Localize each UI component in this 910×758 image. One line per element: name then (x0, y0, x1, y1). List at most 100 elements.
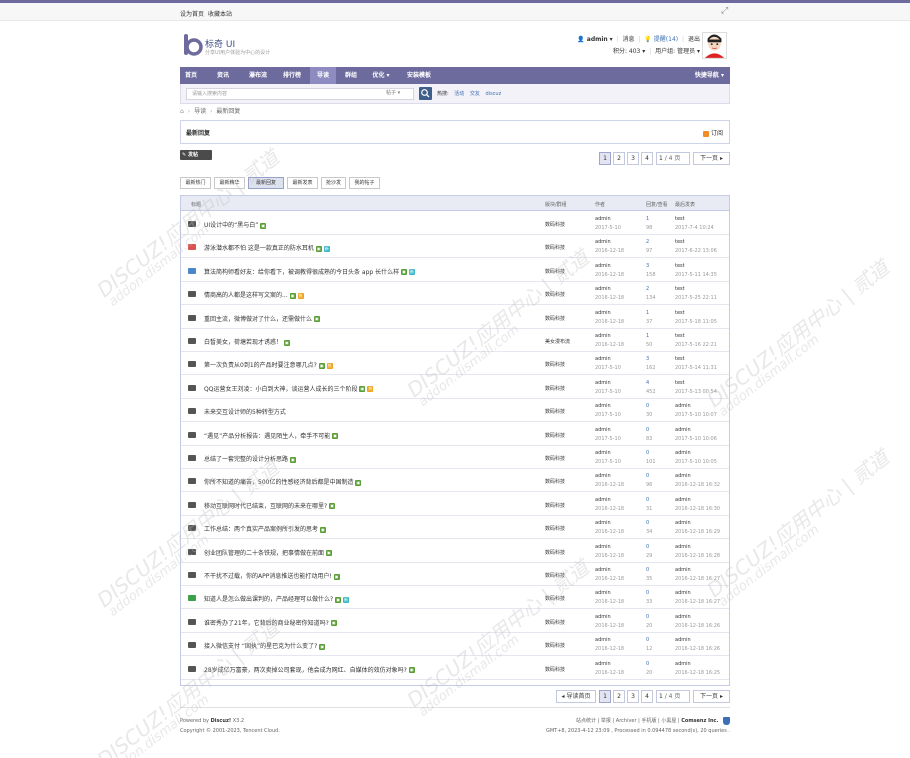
page-link[interactable]: 4 (641, 690, 653, 703)
page-link[interactable]: 3 (627, 152, 639, 165)
nav-item-waterfall[interactable]: 瀑布流 (244, 67, 272, 84)
thread-title-link[interactable]: 第一次负责从0到1的产品时要注意哪几点? ▣ 热 (204, 360, 333, 369)
thread-status-icon[interactable] (188, 548, 196, 555)
thread-forum-link[interactable]: 数码科技 (545, 291, 565, 298)
nav-item-ranking[interactable]: 排行榜 (278, 67, 306, 84)
thread-author-link[interactable]: admin (595, 426, 621, 435)
thread-status-icon[interactable] (188, 665, 196, 672)
thread-status-icon[interactable] (188, 501, 196, 508)
thread-title-link[interactable]: 你所不知道的痛苦，500亿的性感经济背后都是中国制造 ▣ (204, 477, 362, 486)
nav-item-groups[interactable]: 群组 (340, 67, 362, 84)
footer-link-mobile[interactable]: 手机版 (641, 718, 656, 724)
thread-title-link[interactable]: 白皙美女，荷塘若现才诱惑！ ▣ (204, 337, 290, 346)
page-link[interactable]: 2 (613, 152, 625, 165)
thread-status-icon[interactable] (188, 478, 196, 485)
thread-forum-link[interactable]: 数码科技 (545, 455, 565, 462)
points-link[interactable]: 积分: 403 (613, 48, 640, 55)
last-poster-link[interactable]: admin (675, 589, 720, 598)
next-page-button[interactable]: 下一页 ▸ (693, 152, 730, 165)
reply-count[interactable]: 3 (646, 262, 656, 271)
nav-item-install-template[interactable]: 安装模板 (402, 67, 436, 84)
reply-count[interactable]: 0 (646, 496, 652, 505)
back-to-guide-button[interactable]: ◂ 导读首页 (556, 690, 596, 703)
next-page-button[interactable]: 下一页 ▸ (693, 690, 730, 703)
thread-title-link[interactable]: 游泳潜水都不怕 这是一款真正的防水耳机 ▣ 新 (204, 243, 330, 252)
last-post-date[interactable]: 2017-5-10 10:06 (675, 435, 717, 444)
last-post-date[interactable]: 2016-12-18 16:29 (675, 528, 720, 537)
page-link[interactable]: 2 (613, 690, 625, 703)
username-link[interactable]: admin (587, 36, 608, 43)
thread-author-link[interactable]: admin (595, 496, 624, 505)
thread-author-link[interactable]: admin (595, 566, 624, 575)
thread-title-link[interactable]: 知道人是怎么做出课判的，产品经理可以做什么? ▣ 新 (204, 594, 349, 603)
thread-author-link[interactable]: admin (595, 613, 624, 622)
last-poster-link[interactable]: test (675, 332, 717, 341)
hot-keyword[interactable]: 活动 (454, 91, 464, 97)
page-jump-input[interactable]: 1 / 4 页 (656, 690, 690, 703)
thread-status-icon[interactable] (188, 314, 196, 321)
thread-forum-link[interactable]: 数码科技 (545, 478, 565, 485)
tab-sofa[interactable]: 抢沙发 (321, 177, 346, 189)
thread-author-link[interactable]: admin (595, 472, 624, 481)
last-poster-link[interactable]: admin (675, 566, 720, 575)
thread-author-link[interactable]: admin (595, 589, 624, 598)
page-link[interactable]: 1 (599, 152, 611, 165)
last-poster-link[interactable]: admin (675, 449, 717, 458)
reply-count[interactable]: 0 (646, 566, 652, 575)
last-post-date[interactable]: 2017-5-25 22:11 (675, 294, 717, 303)
thread-forum-link[interactable]: 数码科技 (545, 244, 565, 251)
last-post-date[interactable]: 2017-5-13 00:54 (675, 388, 717, 397)
thread-forum-link[interactable]: 数码科技 (545, 361, 565, 368)
thread-status-icon[interactable] (188, 618, 196, 625)
thread-status-icon[interactable] (188, 244, 196, 251)
last-post-date[interactable]: 2016-12-18 16:26 (675, 645, 720, 654)
thread-author-link[interactable]: admin (595, 262, 624, 271)
thread-status-icon[interactable] (188, 408, 196, 415)
thread-title-link[interactable]: UI设计中的“黑与白” ▣ (204, 220, 267, 229)
last-poster-link[interactable]: admin (675, 472, 720, 481)
last-post-date[interactable]: 2017-5-11 14:35 (675, 271, 717, 280)
thread-forum-link[interactable]: 数码科技 (545, 549, 565, 556)
last-post-date[interactable]: 2017-6-22 13:06 (675, 247, 717, 256)
thread-title-link[interactable]: 算法简构师看好友：给你看下，被调教得很成熟的今日头条 app 长什么样 ▣ 新 (204, 267, 415, 276)
reply-count[interactable]: 0 (646, 660, 652, 669)
thread-author-link[interactable]: admin (595, 543, 624, 552)
usergroup-link[interactable]: 用户组: 管理员 (655, 48, 695, 55)
last-post-date[interactable]: 2016-12-18 16:26 (675, 622, 720, 631)
reply-count[interactable]: 0 (646, 543, 652, 552)
reply-count[interactable]: 1 (646, 332, 652, 341)
set-homepage-link[interactable]: 设为首页 (180, 9, 204, 18)
site-logo-icon[interactable] (183, 34, 203, 56)
last-poster-link[interactable]: test (675, 309, 717, 318)
thread-status-icon[interactable] (188, 384, 196, 391)
last-poster-link[interactable]: admin (675, 613, 720, 622)
reply-count[interactable]: 0 (646, 449, 656, 458)
thread-title-link[interactable]: 工作总结：两个真实产品案例所引发的思考 ▣ (204, 524, 326, 533)
thread-title-link[interactable]: 未来交互设计师的5种转型方式 (204, 407, 286, 416)
thread-status-icon[interactable] (188, 572, 196, 578)
thread-forum-link[interactable]: 数码科技 (545, 572, 565, 579)
thread-title-link[interactable]: 情商高的人都是这样写文案的... ▣ 热 (204, 290, 304, 299)
last-poster-link[interactable]: test (675, 379, 717, 388)
reply-count[interactable]: 1 (646, 309, 652, 318)
reminders-link[interactable]: 提醒(14) (654, 36, 678, 43)
last-post-date[interactable]: 2016-12-18 16:25 (675, 669, 720, 678)
thread-forum-link[interactable]: 数码科技 (545, 619, 565, 626)
avatar[interactable] (702, 32, 727, 59)
reply-count[interactable]: 0 (646, 636, 652, 645)
tab-latest-reply[interactable]: 最新回复 (248, 177, 284, 189)
hot-keyword[interactable]: 交友 (470, 91, 480, 97)
hot-keyword[interactable]: discuz (486, 91, 502, 97)
last-post-date[interactable]: 2017-5-10 10:05 (675, 458, 717, 467)
thread-title-link[interactable]: 28岁成亿万富豪，两次卖掉公司套现，他会成为网红、自媒体的效仿对象吗? ▣ (204, 665, 415, 674)
search-type-select[interactable]: 帖子 ▾ (386, 89, 400, 96)
thread-status-icon[interactable] (188, 642, 196, 649)
thread-author-link[interactable]: admin (595, 519, 624, 528)
page-link[interactable]: 4 (641, 152, 653, 165)
last-post-date[interactable]: 2017-7-4 10:24 (675, 224, 714, 233)
thread-author-link[interactable]: admin (595, 355, 621, 364)
thread-author-link[interactable]: admin (595, 285, 624, 294)
nav-item-guide[interactable]: 导读 (310, 67, 336, 84)
thread-forum-link[interactable]: 数码科技 (545, 595, 565, 602)
discuz-link[interactable]: Discuz! (211, 718, 232, 724)
